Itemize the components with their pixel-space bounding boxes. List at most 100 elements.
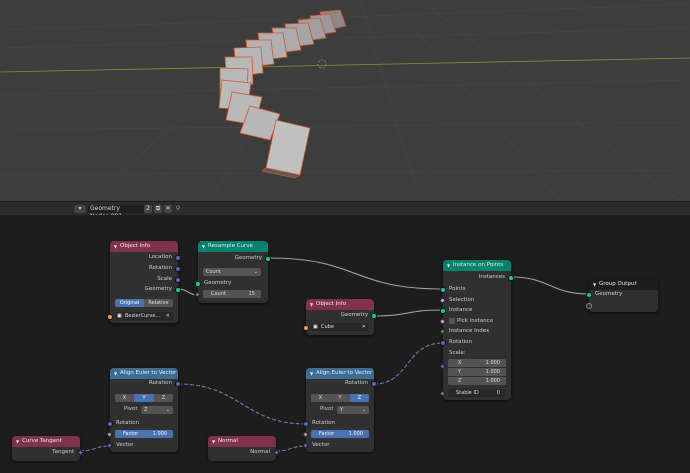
input-socket[interactable]	[586, 292, 592, 298]
collapse-icon[interactable]: ▼	[447, 260, 450, 271]
location-output: Location	[110, 253, 181, 262]
pivot-select[interactable]: Z ⌄	[141, 406, 173, 414]
input-socket[interactable]	[440, 287, 446, 293]
collapse-icon[interactable]: ▼	[212, 436, 215, 447]
factor-value: 1.000	[348, 431, 363, 437]
node-header[interactable]: ▼ Object Info	[110, 241, 178, 252]
input-socket[interactable]	[195, 281, 201, 287]
rotation-input: Rotation	[440, 338, 511, 347]
axis-y-toggle[interactable]: Y	[134, 394, 154, 402]
collapse-icon[interactable]: ▼	[593, 279, 596, 290]
scale-y-field[interactable]: Y 1.000	[448, 368, 506, 376]
count-value: 15	[248, 291, 255, 297]
collapse-icon[interactable]: ▼	[310, 299, 313, 310]
mode-select[interactable]: Count ⌄	[203, 268, 261, 276]
tangent-output: Tangent	[12, 448, 85, 457]
scale-output: Scale	[110, 275, 181, 284]
node-header[interactable]: ▼ Align Euler to Vector	[110, 368, 178, 379]
output-socket[interactable]	[175, 287, 181, 293]
factor-slider[interactable]: Factor 1.000	[115, 430, 173, 438]
resample-curve-node[interactable]: ▼ Resample Curve Geometry Count ⌄ Geometr…	[193, 241, 271, 303]
object-info-node[interactable]: ▼ Object Info Location Rotation Scale Geo…	[107, 241, 181, 323]
object-input-socket[interactable]	[107, 314, 113, 320]
curve-tangent-node[interactable]: ▼ Curve Tangent Tangent	[12, 436, 85, 461]
object-field[interactable]: ▣ Cube ✕	[311, 323, 369, 331]
input-socket[interactable]	[303, 421, 309, 427]
output-socket[interactable]	[508, 275, 514, 281]
align-euler-to-vector-node-2[interactable]: ▼ Align Euler to Vector Rotation X Y Z Pi…	[301, 368, 377, 452]
scale-z-field[interactable]: Z 1.000	[448, 377, 506, 385]
output-socket[interactable]	[175, 266, 181, 272]
node-title: Object Info	[120, 243, 151, 249]
collapse-icon[interactable]: ▼	[114, 241, 117, 252]
object-info-node-2[interactable]: ▼ Object Info Geometry ▣ Cube ✕	[303, 299, 377, 335]
geometry-output: Geometry	[198, 254, 271, 263]
object-input-socket[interactable]	[303, 325, 309, 331]
output-socket[interactable]	[265, 256, 271, 262]
clear-icon[interactable]: ✕	[166, 312, 170, 320]
pin-icon[interactable]: ⚲	[174, 205, 182, 213]
instance-on-points-node[interactable]: ▼ Instance on Points Instances Points Sel…	[438, 260, 514, 400]
input-socket[interactable]	[586, 303, 592, 309]
object-name: Cube	[321, 324, 334, 330]
pick-instance-row[interactable]: Pick Instance	[438, 317, 511, 326]
input-socket[interactable]	[107, 421, 113, 427]
normal-output: Normal	[208, 448, 281, 457]
node-title: Align Euler to Vector	[120, 370, 177, 376]
collapse-icon[interactable]: ▼	[16, 436, 19, 447]
node-header[interactable]: ▼ Resample Curve	[198, 241, 268, 252]
axis-z-toggle[interactable]: Z	[154, 394, 173, 402]
node-header[interactable]: ▼ Align Euler to Vector	[306, 368, 374, 379]
group-output-node[interactable]: ▼ Group Output Geometry	[586, 279, 658, 312]
node-editor-canvas[interactable]: ▼ Object Info Location Rotation Scale Geo…	[0, 215, 690, 473]
axis-z-toggle[interactable]: Z	[350, 394, 369, 402]
node-header[interactable]: ▼ Group Output	[589, 279, 658, 290]
instances-output: Instances	[443, 273, 514, 282]
3d-viewport[interactable]	[0, 0, 690, 201]
scale-x-field[interactable]: X 1.000	[448, 359, 506, 367]
relative-toggle[interactable]: Relative	[144, 299, 173, 307]
output-socket[interactable]	[175, 277, 181, 283]
axis-label: Y	[458, 369, 462, 375]
collapse-icon[interactable]: ▼	[310, 368, 313, 379]
rotation-output: Rotation	[110, 379, 181, 388]
node-title: Object Info	[316, 301, 347, 307]
axis-y-toggle[interactable]: Y	[330, 394, 350, 402]
output-socket[interactable]	[175, 381, 181, 387]
axis-x-toggle[interactable]: X	[311, 394, 330, 402]
object-field[interactable]: ▣ BezierCurve… ✕	[115, 312, 173, 320]
output-socket[interactable]	[175, 255, 181, 261]
original-toggle[interactable]: Original	[115, 299, 144, 307]
input-socket[interactable]	[440, 308, 446, 314]
chevron-down-icon: ⌄	[361, 407, 366, 413]
instance-input: Instance	[440, 306, 511, 315]
count-field[interactable]: Count 15	[203, 290, 261, 298]
collapse-icon[interactable]: ▼	[114, 368, 117, 379]
node-tree-browse-icon[interactable]: ▾	[74, 205, 86, 213]
unlink-icon[interactable]: ✕	[164, 205, 172, 213]
normal-node[interactable]: ▼ Normal Normal	[208, 436, 281, 461]
pivot-select[interactable]: Y ⌄	[337, 406, 369, 414]
scale-label: Scale:	[449, 350, 466, 356]
3d-cursor-icon	[317, 59, 327, 69]
factor-label: Factor	[319, 431, 335, 437]
node-header[interactable]: ▼ Instance on Points	[443, 260, 511, 271]
input-socket[interactable]	[440, 340, 446, 346]
pick-instance-checkbox[interactable]	[449, 317, 455, 324]
node-tree-name-field[interactable]: Geometry Nodes.001	[88, 205, 144, 220]
clear-icon[interactable]: ✕	[362, 323, 366, 331]
users-count[interactable]: 2	[144, 205, 152, 213]
node-header[interactable]: ▼ Object Info	[306, 299, 374, 310]
collapse-icon[interactable]: ▼	[202, 241, 205, 252]
stable-id-field[interactable]: Stable ID 0	[448, 389, 506, 397]
node-header[interactable]: ▼ Curve Tangent	[12, 436, 80, 447]
scale-z-value: 1.000	[485, 378, 500, 384]
geometry-output: Geometry	[306, 311, 377, 320]
align-euler-to-vector-node[interactable]: ▼ Align Euler to Vector Rotation X Y Z Pi…	[105, 368, 181, 452]
node-header[interactable]: ▼ Normal	[208, 436, 276, 447]
axis-x-toggle[interactable]: X	[115, 394, 134, 402]
output-socket[interactable]	[371, 313, 377, 319]
output-socket[interactable]	[371, 381, 377, 387]
duplicate-icon[interactable]: ⧉	[154, 205, 162, 213]
factor-slider[interactable]: Factor 1.000	[311, 430, 369, 438]
